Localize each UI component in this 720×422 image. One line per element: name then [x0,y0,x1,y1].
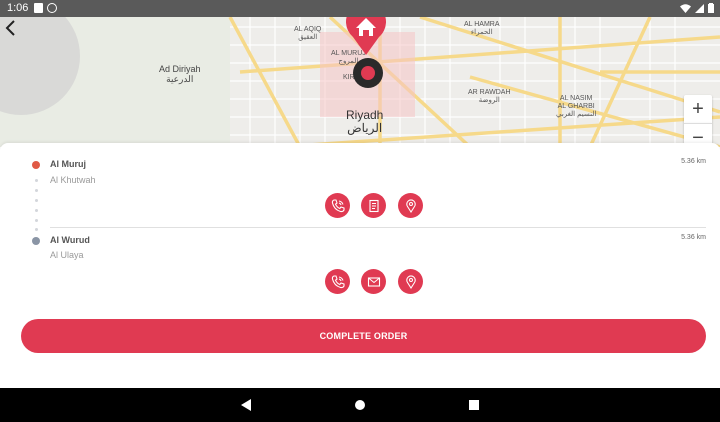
zoom-in-button[interactable]: + [684,95,712,123]
map-view[interactable]: AL AQIQ العقيق AL MURUJ المروج KIR AL HAMR… [0,17,720,147]
map-pin-icon [405,275,416,289]
dropoff-message-button[interactable] [361,269,386,294]
map-label-al-aqiq: AL AQIQ العقيق [294,26,322,41]
map-label-ar-rawdah: AR RAWDAH الروضة [468,89,511,104]
pickup-area: Al Khutwah [50,175,96,185]
order-card: Al Muruj Al Khutwah 5.36 km Al Wurud Al … [0,143,720,388]
map-label-al-nasim: AL NASIM AL GHARBI النسيم الغربي [556,95,597,118]
battery-icon [708,3,714,13]
map-label-al-hamra: AL HAMRA الحمراء [464,21,500,36]
route-connector-dot [35,228,38,231]
dropoff-name: Al Wurud [50,235,90,245]
dropoff-location-button[interactable] [398,269,423,294]
receipt-icon [368,199,379,212]
nav-home-icon[interactable] [355,400,365,410]
status-time: 1:06 [7,2,29,14]
pickup-receipt-button[interactable] [361,193,386,218]
system-nav-bar [0,388,720,422]
route-connector-dot [35,179,38,182]
pickup-name: Al Muruj [50,159,86,169]
home-icon[interactable] [343,17,389,55]
status-notification-icons [34,3,57,13]
route-connector-dot [35,189,38,192]
map-label-ad-diriyah: Ad Diriyah الدرعية [159,64,201,84]
destination-dot-icon [32,237,40,245]
status-bar: 1:06 [0,0,720,17]
nav-recents-icon[interactable] [469,400,479,410]
phone-icon [331,274,345,288]
dropoff-call-button[interactable] [325,269,350,294]
route-connector-dot [35,219,38,222]
sim-card-icon [34,3,43,13]
complete-order-button[interactable]: COMPLETE ORDER [21,319,706,353]
sync-icon [47,3,57,13]
pickup-call-button[interactable] [325,193,350,218]
stops-divider [50,227,706,228]
signal-icon [695,3,704,13]
location-pin-icon[interactable] [352,57,384,89]
phone-icon [331,198,345,212]
map-label-riyadh: Riyadh الرياض [346,108,384,135]
pickup-distance: 5.36 km [681,158,706,165]
wifi-icon [680,3,691,13]
dropoff-area: Al Ulaya [50,250,84,260]
dropoff-distance: 5.36 km [681,234,706,241]
envelope-icon [367,276,380,287]
route-connector-dot [35,209,38,212]
back-chevron-icon[interactable] [0,17,22,39]
route-connector-dot [35,199,38,202]
status-system-icons [680,3,714,13]
pickup-location-button[interactable] [398,193,423,218]
map-pin-icon [405,199,416,213]
origin-dot-icon [32,161,40,169]
nav-back-icon[interactable] [241,399,251,411]
